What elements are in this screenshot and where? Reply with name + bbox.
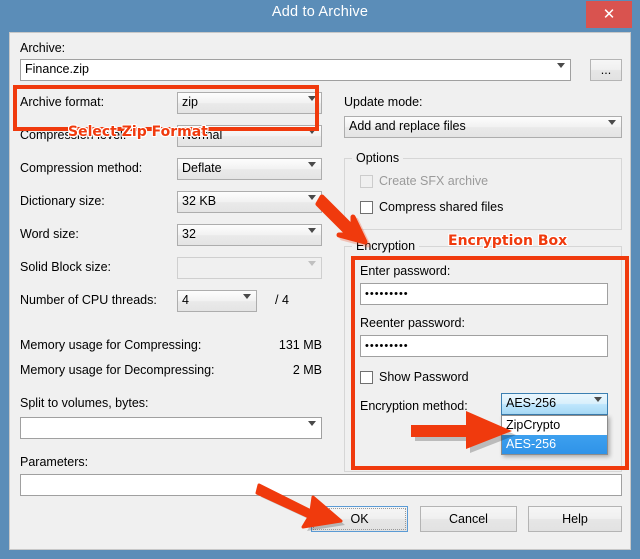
archive-format-combo[interactable]: zip bbox=[177, 92, 322, 114]
reenter-password-label: Reenter password: bbox=[360, 316, 465, 330]
memory-decompress-label: Memory usage for Decompressing: bbox=[20, 363, 215, 377]
update-mode-combo[interactable]: Add and replace files bbox=[344, 116, 622, 138]
dictionary-size-value: 32 KB bbox=[182, 194, 217, 208]
ok-button-label: OK bbox=[350, 512, 369, 526]
cancel-button[interactable]: Cancel bbox=[420, 506, 517, 532]
enter-password-label: Enter password: bbox=[360, 264, 451, 278]
chevron-down-icon bbox=[557, 63, 565, 68]
create-sfx-archive-checkbox bbox=[360, 174, 373, 188]
split-volumes-combo[interactable] bbox=[20, 417, 322, 439]
create-sfx-archive-checkbox-row: Create SFX archive bbox=[360, 174, 488, 188]
compression-level-combo[interactable]: Normal bbox=[177, 125, 322, 147]
update-mode-value: Add and replace files bbox=[349, 119, 466, 133]
parameters-label: Parameters: bbox=[20, 455, 89, 469]
enter-password-value: ••••••••• bbox=[365, 288, 409, 300]
encryption-method-label: Encryption method: bbox=[360, 399, 468, 413]
update-mode-label: Update mode: bbox=[344, 95, 423, 109]
chevron-down-icon bbox=[308, 195, 316, 200]
dropdown-option-zipcrypto[interactable]: ZipCrypto bbox=[502, 416, 607, 435]
browse-button[interactable]: ... bbox=[590, 59, 622, 81]
compression-method-label: Compression method: bbox=[20, 161, 143, 175]
memory-decompress-value: 2 MB bbox=[292, 363, 322, 377]
chevron-down-icon bbox=[308, 96, 316, 101]
dropdown-option-aes256[interactable]: AES-256 bbox=[502, 435, 607, 454]
word-size-combo[interactable]: 32 bbox=[177, 224, 322, 246]
chevron-down-icon bbox=[308, 421, 316, 426]
compress-shared-files-label: Compress shared files bbox=[379, 200, 504, 214]
archive-format-label: Archive format: bbox=[20, 95, 105, 109]
dictionary-size-combo[interactable]: 32 KB bbox=[177, 191, 322, 213]
split-volumes-label: Split to volumes, bytes: bbox=[20, 396, 149, 410]
archive-format-value: zip bbox=[182, 95, 198, 109]
archive-label: Archive: bbox=[20, 41, 66, 55]
dictionary-size-label: Dictionary size: bbox=[20, 194, 105, 208]
reenter-password-input[interactable]: ••••••••• bbox=[360, 335, 608, 357]
word-size-label: Word size: bbox=[20, 227, 79, 241]
help-button-label: Help bbox=[562, 512, 588, 526]
encryption-group-title: Encryption bbox=[352, 239, 420, 253]
compression-level-label: Compression level: bbox=[20, 128, 127, 142]
chevron-down-icon bbox=[308, 129, 316, 134]
chevron-down-icon bbox=[308, 162, 316, 167]
ok-button[interactable]: OK bbox=[311, 506, 408, 532]
help-button[interactable]: Help bbox=[528, 506, 622, 532]
encryption-method-dropdown-list[interactable]: ZipCrypto AES-256 bbox=[501, 415, 608, 455]
window-title: Add to Archive bbox=[271, 4, 369, 20]
show-password-checkbox[interactable] bbox=[360, 370, 373, 384]
cpu-threads-label: Number of CPU threads: bbox=[20, 293, 157, 307]
chevron-down-icon bbox=[608, 120, 616, 125]
reenter-password-value: ••••••••• bbox=[365, 340, 409, 352]
browse-button-label: ... bbox=[600, 63, 612, 77]
memory-compress-value: 131 MB bbox=[278, 338, 322, 352]
chevron-down-icon bbox=[243, 294, 251, 299]
cpu-threads-total: / 4 bbox=[275, 293, 289, 307]
cpu-threads-value: 4 bbox=[182, 293, 189, 307]
title-bar: Add to Archive ✕ bbox=[0, 0, 640, 32]
encryption-method-value: AES-256 bbox=[506, 396, 557, 410]
parameters-input[interactable] bbox=[20, 474, 622, 496]
cpu-threads-combo[interactable]: 4 bbox=[177, 290, 257, 312]
add-to-archive-window: Add to Archive ✕ Archive: Finance.zip ..… bbox=[0, 0, 640, 559]
show-password-checkbox-row[interactable]: Show Password bbox=[360, 370, 469, 384]
compression-method-combo[interactable]: Deflate bbox=[177, 158, 322, 180]
memory-compress-label: Memory usage for Compressing: bbox=[20, 338, 202, 352]
cancel-button-label: Cancel bbox=[449, 512, 488, 526]
compression-level-value: Normal bbox=[182, 128, 223, 142]
compress-shared-files-checkbox-row[interactable]: Compress shared files bbox=[360, 200, 503, 214]
solid-block-size-combo bbox=[177, 257, 322, 279]
encryption-method-combo[interactable]: AES-256 bbox=[501, 393, 608, 415]
options-groupbox bbox=[344, 158, 622, 230]
compress-shared-files-checkbox[interactable] bbox=[360, 200, 373, 214]
archive-path-input[interactable]: Finance.zip bbox=[20, 59, 571, 81]
chevron-down-icon bbox=[308, 228, 316, 233]
word-size-value: 32 bbox=[182, 227, 196, 241]
options-group-title: Options bbox=[352, 151, 404, 165]
create-sfx-archive-label: Create SFX archive bbox=[379, 174, 489, 188]
solid-block-size-label: Solid Block size: bbox=[20, 260, 112, 274]
dialog-client-area: Archive: Finance.zip ... Archive format:… bbox=[9, 32, 631, 550]
archive-path-value: Finance.zip bbox=[25, 62, 89, 76]
chevron-down-icon bbox=[308, 261, 316, 266]
show-password-label: Show Password bbox=[379, 370, 469, 384]
close-button[interactable]: ✕ bbox=[586, 1, 632, 28]
close-icon: ✕ bbox=[602, 6, 616, 23]
compression-method-value: Deflate bbox=[182, 161, 222, 175]
enter-password-input[interactable]: ••••••••• bbox=[360, 283, 608, 305]
chevron-down-icon bbox=[594, 397, 602, 402]
